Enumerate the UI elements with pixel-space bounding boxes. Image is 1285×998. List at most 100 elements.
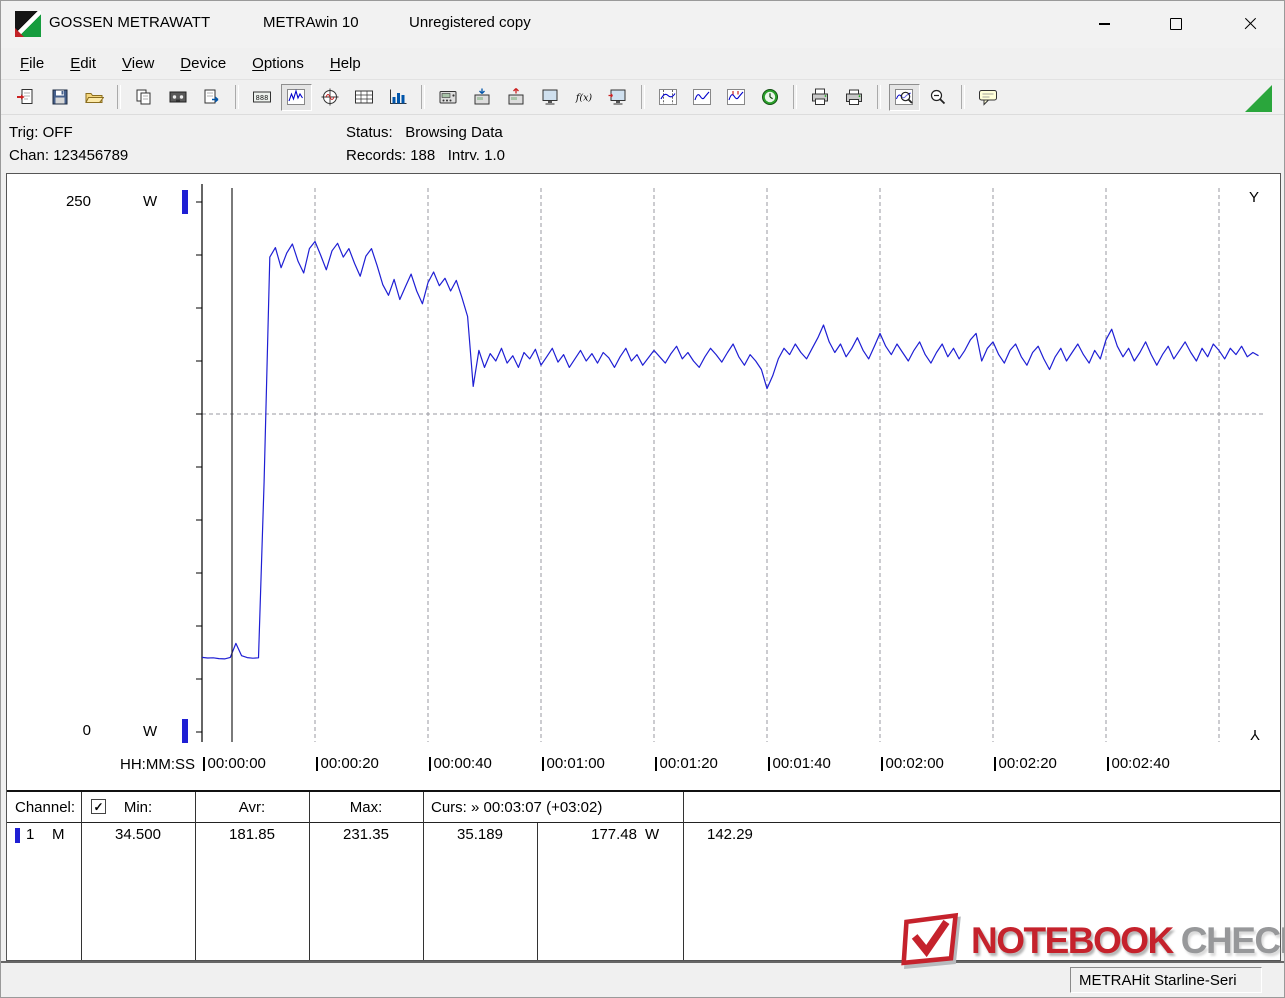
- envelope-curve-button[interactable]: [687, 84, 718, 111]
- print-icon: [844, 88, 864, 106]
- table-column-divider: [195, 792, 196, 960]
- table-column-divider: [423, 792, 424, 960]
- open-folder-icon: [84, 88, 104, 106]
- pc-transfer-icon: [608, 88, 628, 106]
- titlebar-license: Unregistered copy: [409, 14, 531, 31]
- toolbar-separator: [793, 85, 797, 109]
- device-settings-icon: [438, 88, 458, 106]
- program-device-button[interactable]: [501, 84, 532, 111]
- table-view-button[interactable]: [349, 84, 380, 111]
- cursor-2-marker-bottom[interactable]: Y: [1250, 726, 1260, 743]
- cursor-tool-button[interactable]: [653, 84, 684, 111]
- y-axis-max-label: 250: [43, 193, 91, 210]
- online-monitor-button[interactable]: [535, 84, 566, 111]
- copy-view-button[interactable]: [129, 84, 160, 111]
- time-tick-label: 00:01:20: [655, 755, 718, 772]
- interval-timer-icon: [760, 88, 780, 106]
- interval-timer-button[interactable]: [755, 84, 786, 111]
- close-button[interactable]: [1228, 1, 1272, 47]
- table-column-divider: [81, 792, 82, 960]
- cursor-2-marker-top[interactable]: Y: [1249, 189, 1259, 206]
- time-tick-label: 00:02:40: [1107, 755, 1170, 772]
- cell-unit: W: [645, 826, 659, 843]
- cell-channel-number: 1: [26, 826, 34, 843]
- formula-channel-icon: f(x): [574, 88, 594, 106]
- y-axis-min-label: 0: [43, 722, 91, 739]
- col-header-avr: Avr:: [195, 799, 309, 816]
- minimize-button[interactable]: [1082, 1, 1126, 47]
- toolbar-separator: [235, 85, 239, 109]
- zoom-mode-icon: [894, 88, 914, 106]
- tick-mark: [994, 757, 996, 771]
- device-settings-button[interactable]: [433, 84, 464, 111]
- pc-transfer-button[interactable]: [603, 84, 634, 111]
- print-preview-button[interactable]: [805, 84, 836, 111]
- trend-chart-view-button[interactable]: [281, 84, 312, 111]
- menu-help[interactable]: Help: [317, 51, 374, 76]
- table-column-divider: [683, 792, 684, 960]
- menu-file[interactable]: File: [7, 51, 57, 76]
- menu-view[interactable]: View: [109, 51, 167, 76]
- event-markers-button[interactable]: [721, 84, 752, 111]
- cell-cursor2: 177.48: [537, 826, 637, 843]
- status-panel: Trig: OFF Chan: 123456789 Status: Browsi…: [1, 115, 1284, 173]
- toolbar: 888 f(x): [1, 80, 1284, 115]
- table-header-divider: [7, 822, 1280, 823]
- time-tick-label: 00:00:40: [429, 755, 492, 772]
- col-header-cursor: Curs: » 00:03:07 (+03:02): [431, 799, 602, 816]
- cell-avr: 181.85: [195, 826, 309, 843]
- y-axis-unit-top: W: [143, 193, 157, 210]
- toolbar-separator: [117, 85, 121, 109]
- event-markers-icon: [726, 88, 746, 106]
- copy-view-icon: [134, 88, 154, 106]
- metrawin-window: GOSSEN METRAWATT METRAwin 10 Unregistere…: [0, 0, 1285, 998]
- col-header-min: Min:: [81, 799, 195, 816]
- histogram-view-button[interactable]: [383, 84, 414, 111]
- menu-device[interactable]: Device: [167, 51, 239, 76]
- watermark-text-gray: CHECK: [1181, 920, 1285, 962]
- table-view-icon: [354, 88, 374, 106]
- annotations-button[interactable]: [973, 84, 1004, 111]
- export-data-icon: [202, 88, 222, 106]
- minimize-icon: [1099, 23, 1110, 25]
- y-axis-unit-bottom: W: [143, 723, 157, 740]
- print-preview-icon: [810, 88, 830, 106]
- zoom-out-button[interactable]: [923, 84, 954, 111]
- cell-cursor1: 35.189: [423, 826, 537, 843]
- save-file-button[interactable]: [45, 84, 76, 111]
- maximize-button[interactable]: [1154, 1, 1198, 47]
- read-device-memory-button[interactable]: [467, 84, 498, 111]
- menu-edit[interactable]: Edit: [57, 51, 109, 76]
- tick-mark: [542, 757, 544, 771]
- time-tick-label: 00:00:00: [203, 755, 266, 772]
- read-device-memory-icon: [472, 88, 492, 106]
- tick-mark: [655, 757, 657, 771]
- scope-view-button[interactable]: [315, 84, 346, 111]
- time-axis-labels: 00:00:0000:00:2000:00:4000:01:0000:01:20…: [7, 752, 1280, 778]
- time-tick-label: 00:02:00: [881, 755, 944, 772]
- formula-channel-button[interactable]: f(x): [569, 84, 600, 111]
- open-file-button[interactable]: [11, 84, 42, 111]
- export-data-button[interactable]: [197, 84, 228, 111]
- trigger-status: Trig: OFF: [9, 124, 73, 141]
- power-trace: [202, 242, 1259, 659]
- numeric-display-view-icon: 888: [252, 88, 272, 106]
- cell-channel-mode: M: [52, 826, 65, 843]
- numeric-display-view-button[interactable]: 888: [247, 84, 278, 111]
- browse-status: Status: Browsing Data: [346, 124, 503, 141]
- open-folder-button[interactable]: [79, 84, 110, 111]
- toolbar-separator: [877, 85, 881, 109]
- print-button[interactable]: [839, 84, 870, 111]
- trend-chart[interactable]: YY: [7, 174, 1280, 788]
- menu-options[interactable]: Options: [239, 51, 317, 76]
- time-tick-label: 00:02:20: [994, 755, 1057, 772]
- snapshot-button[interactable]: [163, 84, 194, 111]
- zoom-mode-button[interactable]: [889, 84, 920, 111]
- chart-panel: YY 250 W 0 W HH:MM:SS 00:00:0000:00:2000…: [6, 173, 1281, 961]
- scope-view-icon: [320, 88, 340, 106]
- envelope-curve-icon: [692, 88, 712, 106]
- annotations-icon: [978, 88, 998, 106]
- comm-indicator-icon: [1245, 85, 1272, 112]
- notebookcheck-logo-icon: [899, 911, 963, 971]
- app-logo-icon: [15, 11, 41, 37]
